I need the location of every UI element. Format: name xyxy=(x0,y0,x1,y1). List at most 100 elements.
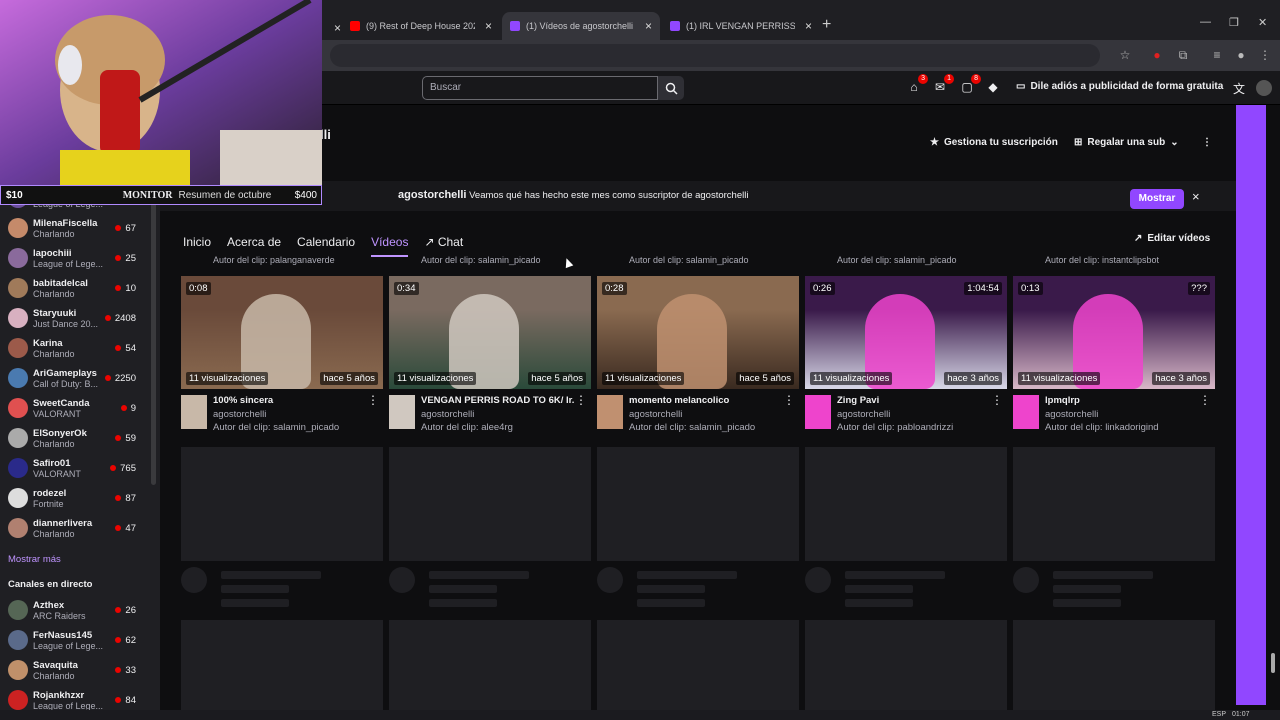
sidebar-channel[interactable]: diannerlivera Charlando 47 xyxy=(0,513,150,543)
sidebar-channel[interactable]: Karina Charlando 54 xyxy=(0,333,150,363)
tab-chat[interactable]: ↗ Chat xyxy=(424,235,463,257)
prev-row-author: Autor del clip: instantclipsbot xyxy=(1045,255,1160,265)
loading-text-placeholder xyxy=(429,571,529,579)
browser-tab-youtube[interactable]: (9) Rest of Deep House 2025 | C × xyxy=(342,12,500,40)
more-options-icon[interactable]: ⋮ xyxy=(991,393,1003,407)
tab-inicio[interactable]: Inicio xyxy=(183,235,211,257)
video-card[interactable]: 0:13??? 11 visualizaciones hace 3 años lpmq… xyxy=(1013,276,1215,437)
tab-videos[interactable]: Vídeos xyxy=(371,235,409,257)
avatar xyxy=(8,690,28,710)
sidebar-channel[interactable]: SweetCanda VALORANT 9 xyxy=(0,393,150,423)
sidebar-channel[interactable]: Rojankhzxr League of Lege... 84 xyxy=(0,685,150,710)
channel-game: Charlando xyxy=(33,438,75,449)
video-title[interactable]: lpmqlrp xyxy=(1045,395,1199,406)
video-thumbnail[interactable]: 0:28 11 visualizaciones hace 5 años xyxy=(597,276,799,389)
video-duration: 0:28 xyxy=(602,282,627,295)
video-channel[interactable]: agostorchelli xyxy=(421,409,474,420)
manage-subscription-button[interactable]: ★ Gestiona tu suscripción xyxy=(924,131,1064,153)
close-icon[interactable]: × xyxy=(1192,189,1200,204)
channel-avatar[interactable] xyxy=(389,395,415,429)
sidebar-channel[interactable]: lapochiii League of Lege... 25 xyxy=(0,243,150,273)
search-input[interactable]: Buscar xyxy=(422,76,658,100)
tab-calendario[interactable]: Calendario xyxy=(297,235,355,257)
video-channel[interactable]: agostorchelli xyxy=(629,409,682,420)
video-duration: 0:08 xyxy=(186,282,211,295)
channel-more-icon[interactable]: ⋮ xyxy=(1196,131,1218,153)
sidebar-channel[interactable]: FerNasus145 League of Lege... 62 xyxy=(0,625,150,655)
bits-icon[interactable]: ◆ xyxy=(985,80,1001,96)
extensions-icon[interactable]: ⧉ xyxy=(1176,48,1190,62)
more-options-icon[interactable]: ⋮ xyxy=(783,393,795,407)
video-thumbnail[interactable]: 0:13??? 11 visualizaciones hace 3 años xyxy=(1013,276,1215,389)
loading-avatar-placeholder xyxy=(805,567,831,593)
tab-acerca-de[interactable]: Acerca de xyxy=(227,235,281,257)
sidebar-channel[interactable]: Staryuuki Just Dance 20... 2408 xyxy=(0,303,150,333)
show-recap-button[interactable]: Mostrar xyxy=(1130,189,1184,209)
avatar xyxy=(8,368,28,388)
video-channel[interactable]: agostorchelli xyxy=(213,409,266,420)
sidebar-channel[interactable]: Savaquita Charlando 33 xyxy=(0,655,150,685)
video-title[interactable]: VENGAN PERRIS ROAD TO 6K/ Ir... xyxy=(421,395,575,406)
opera-icon[interactable]: ● xyxy=(1150,48,1164,62)
video-thumbnail[interactable]: 0:26 1:04:54 11 visualizaciones hace 3 años xyxy=(805,276,1007,389)
sidebar-channel[interactable]: rodezel Fortnite 87 xyxy=(0,483,150,513)
whispers-icon[interactable]: ▢ 8 xyxy=(959,74,981,96)
sidebar-channel[interactable]: AriGameplays Call of Duty: B... 2250 xyxy=(0,363,150,393)
video-channel[interactable]: agostorchelli xyxy=(837,409,890,420)
viewer-count: 54 xyxy=(115,343,136,354)
page-scrollbar[interactable] xyxy=(1266,105,1280,710)
video-title[interactable]: 100% sincera xyxy=(213,395,367,406)
close-icon[interactable]: × xyxy=(485,19,492,33)
thumbnail-overlay-text: 1:04:54 xyxy=(964,282,1002,295)
browser-tab-irl[interactable]: (1) IRL VENGAN PERRISS ROAD × xyxy=(662,12,820,40)
translate-icon[interactable]: 文 xyxy=(1231,80,1247,96)
chat-collapsed-strip[interactable] xyxy=(1236,105,1266,705)
video-channel[interactable]: agostorchelli xyxy=(1045,409,1098,420)
video-card[interactable]: 0:26 1:04:54 11 visualizaciones hace 3 años… xyxy=(805,276,1007,437)
more-options-icon[interactable]: ⋮ xyxy=(575,393,587,407)
ad-free-icon: ▭ xyxy=(1016,81,1026,92)
close-icon[interactable]: × xyxy=(805,19,812,33)
sidebar-channel[interactable]: Azthex ARC Raiders 26 xyxy=(0,595,150,625)
window-close-icon[interactable]: ✕ xyxy=(1258,16,1267,29)
user-avatar[interactable] xyxy=(1256,80,1272,96)
video-card[interactable]: 0:28 11 visualizaciones hace 5 años momento… xyxy=(597,276,799,437)
url-field[interactable] xyxy=(330,44,1100,67)
more-options-icon[interactable]: ⋮ xyxy=(367,393,379,407)
close-icon[interactable]: × xyxy=(645,19,652,33)
inbox-icon[interactable]: ✉ 1 xyxy=(932,74,954,96)
sidebar-channel[interactable]: ElSonyerOk Charlando 59 xyxy=(0,423,150,453)
sidebar-channel[interactable]: babitadelcal Charlando 10 xyxy=(0,273,150,303)
restore-icon[interactable]: ❐ xyxy=(1229,16,1239,29)
video-title[interactable]: momento melancolico xyxy=(629,395,783,406)
channel-avatar[interactable] xyxy=(181,395,207,429)
browser-menu-icon[interactable]: ⋮ xyxy=(1258,48,1272,62)
browser-tab-videos[interactable]: (1) Vídeos de agostorchelli - Tw × xyxy=(502,12,660,40)
gift-sub-button[interactable]: ⊞ Regalar una sub ⌄ xyxy=(1068,131,1185,153)
channel-avatar[interactable] xyxy=(805,395,831,429)
sidebar-channel[interactable]: Safiro01 VALORANT 765 xyxy=(0,453,150,483)
taskbar-clock: 01:07 xyxy=(1232,711,1250,718)
page-scrollbar-thumb[interactable] xyxy=(1271,653,1275,673)
video-card[interactable]: 0:34 11 visualizaciones hace 5 años VENGAN … xyxy=(389,276,591,437)
video-thumbnail[interactable]: 0:08 11 visualizaciones hace 5 años xyxy=(181,276,383,389)
ad-free-button[interactable]: ▭ Dile adiós a publicidad de forma gratu… xyxy=(1016,81,1223,92)
video-title[interactable]: Zing Pavi xyxy=(837,395,991,406)
bookmark-star-icon[interactable]: ☆ xyxy=(1118,48,1132,62)
edit-videos-button[interactable]: ↗ Editar vídeos xyxy=(1134,233,1210,244)
sidebar-channel[interactable]: MilenaFiscella Charlando 67 xyxy=(0,213,150,243)
video-card[interactable]: 0:08 11 visualizaciones hace 5 años 100% si… xyxy=(181,276,383,437)
twitch-icon xyxy=(510,21,520,31)
search-button[interactable] xyxy=(658,76,684,100)
reading-list-icon[interactable]: ≡ xyxy=(1210,48,1224,62)
show-more-link[interactable]: Mostrar más xyxy=(8,554,61,565)
new-tab-button[interactable]: + xyxy=(822,16,831,34)
live-dot-icon xyxy=(115,345,122,351)
channel-avatar[interactable] xyxy=(1013,395,1039,429)
profile-icon[interactable]: ● xyxy=(1234,48,1248,62)
channel-avatar[interactable] xyxy=(597,395,623,429)
minimize-icon[interactable]: — xyxy=(1200,16,1211,28)
video-thumbnail[interactable]: 0:34 11 visualizaciones hace 5 años xyxy=(389,276,591,389)
more-options-icon[interactable]: ⋮ xyxy=(1199,393,1211,407)
prime-loot-icon[interactable]: ⌂ 3 xyxy=(906,74,928,96)
